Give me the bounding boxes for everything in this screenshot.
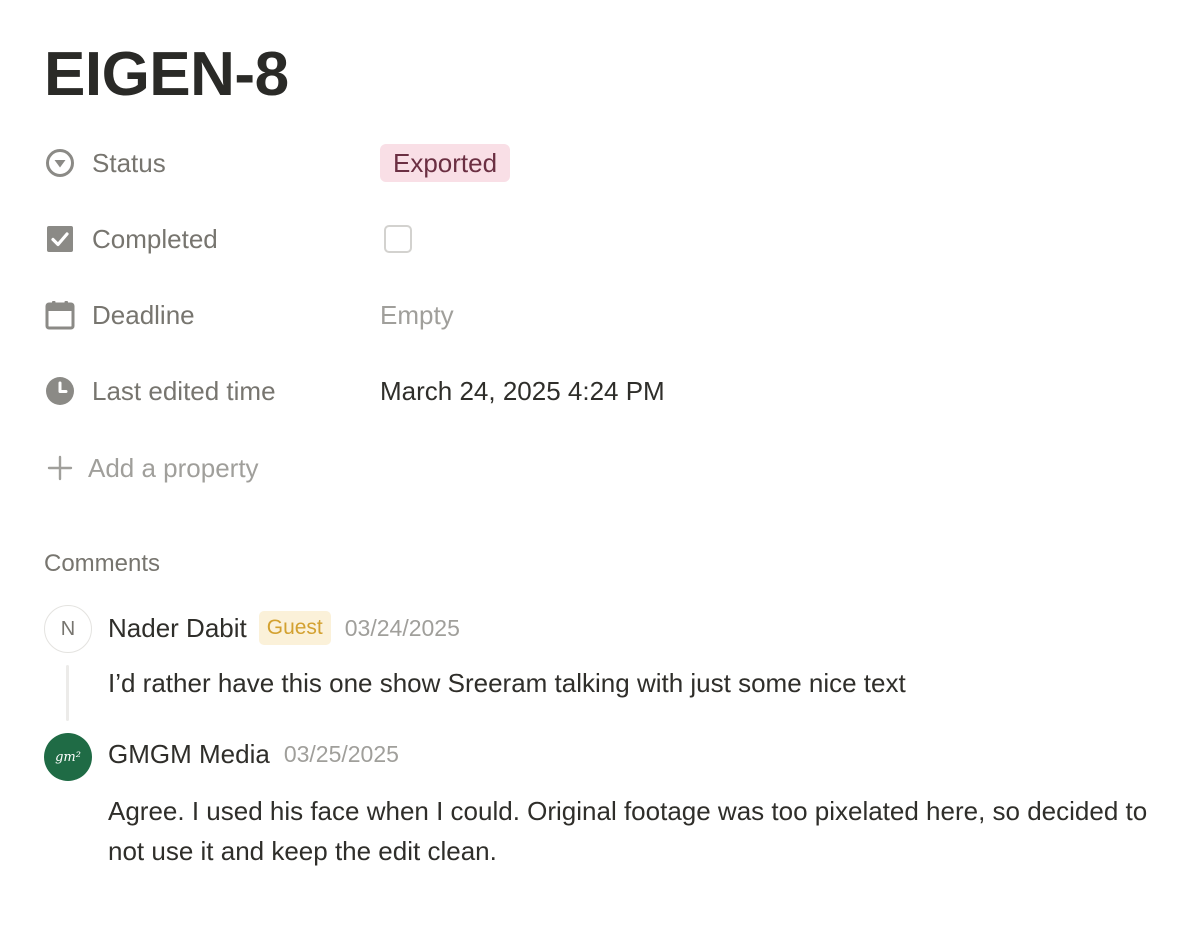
comments-heading: Comments (44, 550, 161, 577)
brand-logo: gm² (55, 749, 81, 765)
property-label-last-edited: Last edited time (92, 375, 276, 406)
comment-text: I’d rather have this one show Sreeram ta… (108, 668, 906, 698)
calendar-icon (44, 299, 76, 331)
plus-icon (44, 455, 76, 481)
add-property-button[interactable]: Add a property (44, 448, 259, 488)
comment-item: N Nader Dabit Guest 03/24/2025 I’d rathe… (44, 605, 1154, 725)
property-row-last-edited[interactable]: Last edited time March 24, 2025 4:24 PM (44, 371, 1144, 411)
comment-item: gm² GMGM Media 03/25/2025 Agree. I used … (44, 733, 1154, 873)
avatar[interactable]: gm² (44, 733, 92, 781)
comment-header: GMGM Media 03/25/2025 (108, 739, 399, 770)
comment-header: Nader Dabit Guest 03/24/2025 (108, 611, 460, 645)
completed-checkbox[interactable] (384, 225, 412, 253)
status-badge[interactable]: Exported (380, 144, 511, 182)
avatar[interactable]: N (44, 605, 92, 653)
property-label-status: Status (92, 147, 166, 178)
comment-date: 03/24/2025 (344, 614, 460, 641)
property-label-deadline: Deadline (92, 299, 195, 330)
guest-badge: Guest (258, 611, 331, 645)
property-row-deadline[interactable]: Deadline Empty (44, 295, 1144, 335)
clock-icon (44, 375, 76, 407)
status-icon (44, 147, 76, 179)
comment-date: 03/25/2025 (283, 741, 399, 767)
property-label-completed: Completed (92, 223, 218, 254)
comment-text: Agree. I used his face when I could. Ori… (108, 796, 1148, 866)
last-edited-value: March 24, 2025 4:24 PM (380, 375, 665, 406)
checkbox-icon (44, 223, 76, 255)
comment-author[interactable]: GMGM Media (108, 739, 270, 770)
deadline-value[interactable]: Empty (380, 300, 454, 331)
page: EIGEN-8 Status Exported Completed Deadli… (0, 0, 1196, 936)
thread-line (66, 665, 69, 721)
add-property-label: Add a property (88, 452, 259, 483)
property-row-completed[interactable]: Completed (44, 219, 1144, 259)
property-row-status[interactable]: Status Exported (44, 143, 1144, 183)
page-title[interactable]: EIGEN-8 (44, 38, 289, 112)
comment-author[interactable]: Nader Dabit (108, 613, 247, 644)
